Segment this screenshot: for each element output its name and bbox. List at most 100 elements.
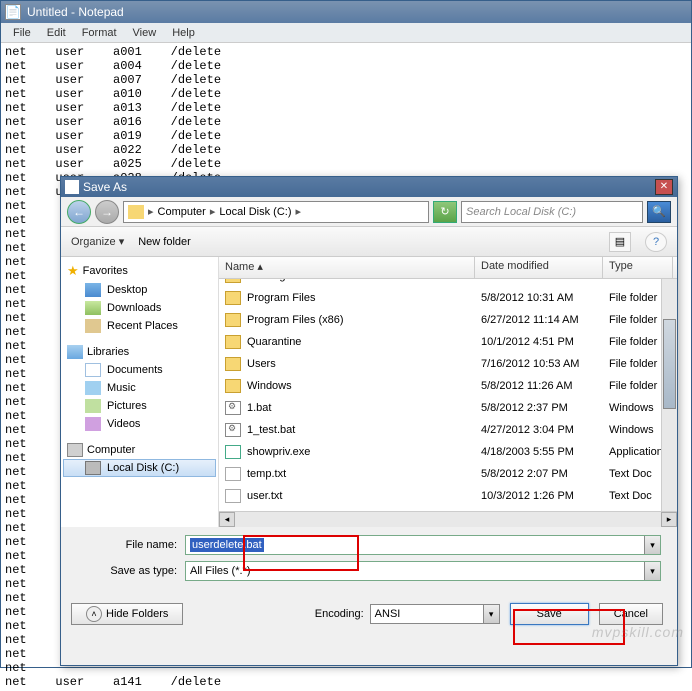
forward-button[interactable]: → <box>95 200 119 224</box>
file-date: 6/27/2012 11:14 AM <box>475 314 603 326</box>
file-date: 7/14/2009 <box>475 279 603 282</box>
search-button[interactable]: 🔍 <box>647 201 671 223</box>
chevron-right-icon: ▸ <box>208 205 218 218</box>
file-row[interactable]: Quarantine10/1/2012 4:51 PMFile folder <box>219 331 677 353</box>
file-name: Quarantine <box>247 336 301 348</box>
chevron-right-icon: ▸ <box>146 205 156 218</box>
chevron-down-icon[interactable]: ▾ <box>644 562 660 580</box>
file-date: 10/3/2012 1:26 PM <box>475 490 603 502</box>
chevron-up-icon: ˄ <box>86 606 102 622</box>
file-row[interactable]: user.txt10/3/2012 1:26 PMText Doc <box>219 485 677 507</box>
help-button[interactable]: ? <box>645 232 667 252</box>
file-row[interactable]: temp.txt5/8/2012 2:07 PMText Doc <box>219 463 677 485</box>
file-row[interactable]: Program Files (x86)6/27/2012 11:14 AMFil… <box>219 309 677 331</box>
library-icon <box>67 345 83 359</box>
star-icon: ★ <box>67 263 79 279</box>
cancel-button[interactable]: Cancel <box>599 603 663 625</box>
back-button[interactable]: ← <box>67 200 91 224</box>
vertical-scrollbar[interactable] <box>661 279 677 511</box>
new-folder-button[interactable]: New folder <box>138 236 191 248</box>
folder-icon <box>225 379 241 393</box>
bat-icon <box>225 401 241 415</box>
chevron-down-icon[interactable]: ▾ <box>644 536 660 554</box>
file-date: 5/8/2012 2:37 PM <box>475 402 603 414</box>
menu-format[interactable]: Format <box>74 25 125 41</box>
folder-icon <box>225 357 241 371</box>
downloads-icon <box>85 301 101 315</box>
sidebar-item-pictures[interactable]: Pictures <box>63 397 216 415</box>
chevron-right-icon: ▸ <box>293 205 303 218</box>
file-row[interactable]: Users7/16/2012 10:53 AMFile folder <box>219 353 677 375</box>
file-row[interactable]: PerfLogs7/14/2009File folder <box>219 279 677 287</box>
menu-edit[interactable]: Edit <box>39 25 74 41</box>
save-button[interactable]: Save <box>510 603 589 625</box>
view-button[interactable]: ▤ <box>609 232 631 252</box>
disk-icon <box>85 461 101 475</box>
file-row[interactable]: Windows5/8/2012 11:26 AMFile folder <box>219 375 677 397</box>
sidebar-item-downloads[interactable]: Downloads <box>63 299 216 317</box>
sidebar-item-music[interactable]: Music <box>63 379 216 397</box>
file-row[interactable]: 1_test.bat4/27/2012 3:04 PMWindows <box>219 419 677 441</box>
encoding-label: Encoding: <box>315 608 364 620</box>
file-date: 5/8/2012 2:07 PM <box>475 468 603 480</box>
computer-icon <box>67 443 83 457</box>
menu-help[interactable]: Help <box>164 25 203 41</box>
file-date: 4/18/2003 5:55 PM <box>475 446 603 458</box>
sort-asc-icon: ▴ <box>257 261 263 273</box>
notepad-icon: 📄 <box>5 4 21 20</box>
breadcrumb-root[interactable]: Computer <box>158 206 206 218</box>
sidebar-item-desktop[interactable]: Desktop <box>63 281 216 299</box>
filename-input[interactable]: userdelete.bat ▾ <box>185 535 661 555</box>
refresh-button[interactable]: ↻ <box>433 201 457 223</box>
sidebar-item-local-disk[interactable]: Local Disk (C:) <box>63 459 216 477</box>
file-name: showpriv.exe <box>247 446 310 458</box>
button-row: ˄ Hide Folders Encoding: ANSI ▾ Save Can… <box>61 593 677 635</box>
saveas-titlebar: Save As ✕ <box>61 177 677 197</box>
horizontal-scrollbar[interactable]: ◂ ▸ <box>219 511 677 527</box>
file-name: temp.txt <box>247 468 286 480</box>
organize-button[interactable]: Organize ▾ <box>71 235 124 248</box>
sidebar-libraries-head[interactable]: Libraries <box>63 343 216 361</box>
sidebar: ★Favorites Desktop Downloads Recent Plac… <box>61 257 219 527</box>
column-name[interactable]: Name ▴ <box>219 257 475 278</box>
sidebar-item-recent[interactable]: Recent Places <box>63 317 216 335</box>
scroll-left-icon[interactable]: ◂ <box>219 512 235 527</box>
file-name: Program Files (x86) <box>247 314 344 326</box>
column-type[interactable]: Type <box>603 257 673 278</box>
savetype-select[interactable]: All Files (*.*) ▾ <box>185 561 661 581</box>
breadcrumb[interactable]: ▸ Computer ▸ Local Disk (C:) ▸ <box>123 201 429 223</box>
file-date: 5/8/2012 11:26 AM <box>475 380 603 392</box>
filename-value: userdelete.bat <box>190 538 264 552</box>
toolbar: Organize ▾ New folder ▤ ? <box>61 227 677 257</box>
file-name: Windows <box>247 380 292 392</box>
file-row[interactable]: Program Files5/8/2012 10:31 AMFile folde… <box>219 287 677 309</box>
file-name: Users <box>247 358 276 370</box>
column-date[interactable]: Date modified <box>475 257 603 278</box>
scrollbar-thumb[interactable] <box>663 319 676 409</box>
sidebar-computer-head[interactable]: Computer <box>63 441 216 459</box>
sidebar-item-documents[interactable]: Documents <box>63 361 216 379</box>
breadcrumb-path[interactable]: Local Disk (C:) <box>219 206 291 218</box>
search-input[interactable]: Search Local Disk (C:) <box>461 201 643 223</box>
file-row[interactable]: 1.bat5/8/2012 2:37 PMWindows <box>219 397 677 419</box>
sidebar-favorites-head[interactable]: ★Favorites <box>63 261 216 281</box>
encoding-select[interactable]: ANSI ▾ <box>370 604 500 624</box>
menu-view[interactable]: View <box>125 25 165 41</box>
close-icon[interactable]: ✕ <box>655 179 673 195</box>
notepad-title: Untitled - Notepad <box>27 5 124 19</box>
hide-folders-button[interactable]: ˄ Hide Folders <box>71 603 183 625</box>
folder-icon <box>225 335 241 349</box>
scroll-right-icon[interactable]: ▸ <box>661 512 677 527</box>
menu-file[interactable]: File <box>5 25 39 41</box>
file-row[interactable]: showpriv.exe4/18/2003 5:55 PMApplication <box>219 441 677 463</box>
file-name: 1_test.bat <box>247 424 295 436</box>
exe-icon <box>225 445 241 459</box>
encoding-value: ANSI <box>375 608 401 620</box>
folder-icon <box>225 313 241 327</box>
file-name: Program Files <box>247 292 315 304</box>
documents-icon <box>85 363 101 377</box>
chevron-down-icon[interactable]: ▾ <box>483 605 499 623</box>
file-list-header: Name ▴ Date modified Type <box>219 257 677 279</box>
sidebar-item-videos[interactable]: Videos <box>63 415 216 433</box>
file-name: PerfLogs <box>247 279 291 282</box>
